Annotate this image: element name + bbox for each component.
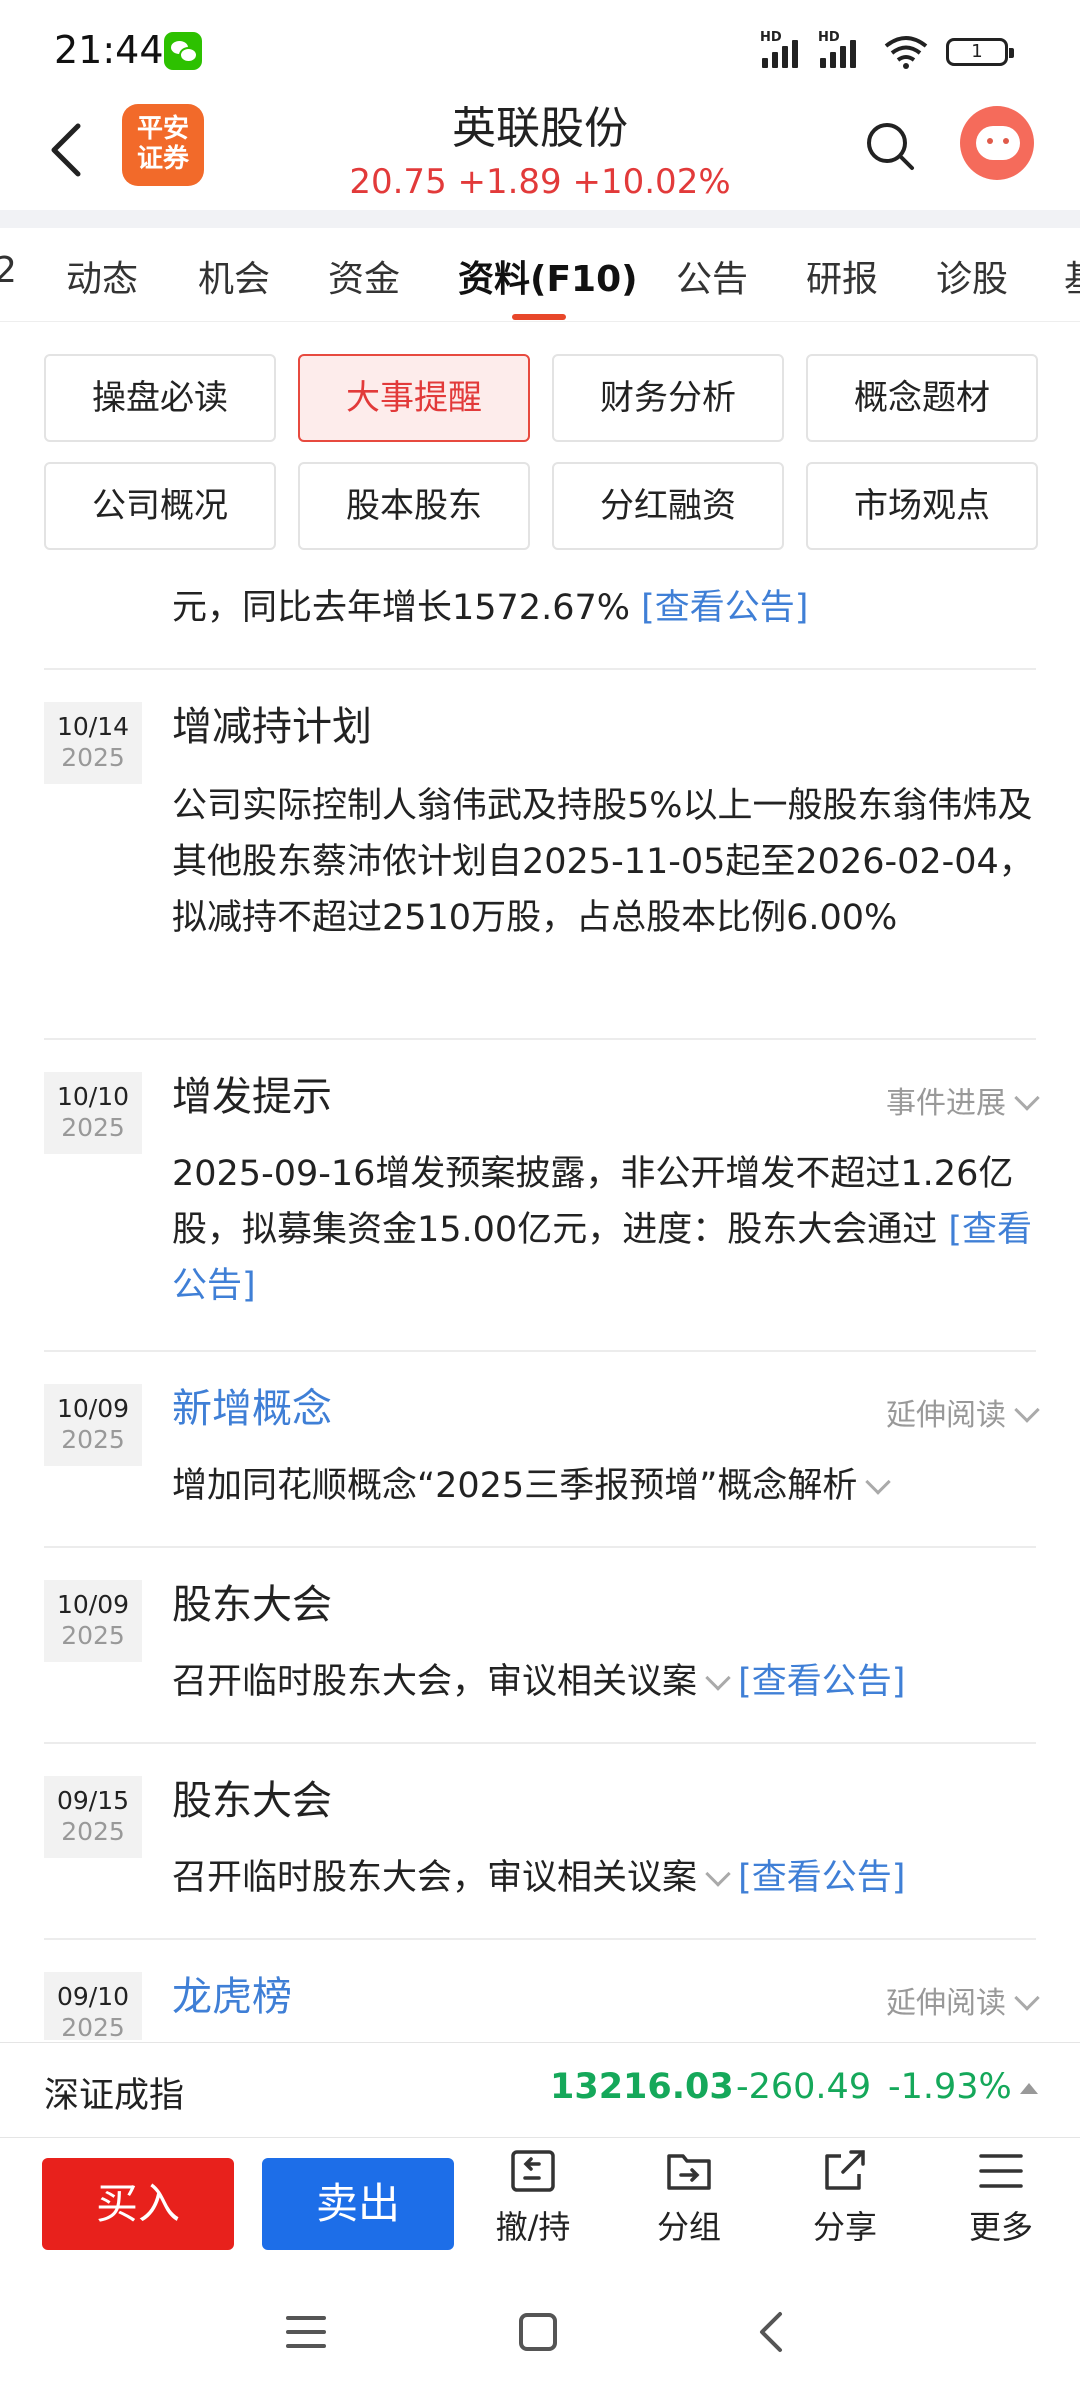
stock-name: 英联股份: [452, 103, 628, 154]
event-body: 公司实际控制人翁伟武及持股5%以上一般股东翁伟炜及其他股东蔡沛侬计划自2025-…: [172, 786, 1034, 938]
tab-partial-right[interactable]: 基: [1064, 250, 1080, 302]
expand-up-icon[interactable]: [1020, 2083, 1038, 2094]
event-body: 召开临时股东大会，审议相关议案 [查看公告]: [172, 1858, 906, 1898]
index-change-pct: -1.93%: [888, 2067, 1012, 2107]
extended-reading-toggle[interactable]: 延伸阅读: [886, 1978, 1040, 2022]
section-financials[interactable]: 财务分析: [552, 354, 784, 442]
separator: [44, 1546, 1036, 1548]
signal-icon-1: [762, 34, 808, 68]
status-bar: 21:44 HD HD 1: [0, 0, 1080, 100]
event-body[interactable]: 增加同花顺概念“2025三季报预增”概念解析: [172, 1458, 1040, 1514]
battery-icon: 1: [946, 38, 1014, 66]
event-title-link[interactable]: 新增概念: [172, 1376, 332, 1434]
event-date: 10/09 2025: [44, 1384, 142, 1466]
separator: [44, 1938, 1036, 1940]
event-date: 10/10 2025: [44, 1072, 142, 1154]
share-icon: [825, 2150, 865, 2190]
home-square-icon[interactable]: [518, 2312, 558, 2352]
event-list: 元，同比去年增长1572.67% [查看公告] 10/14 2025 增减持计划…: [0, 560, 1080, 2040]
event-body: 召开临时股东大会，审议相关议案 [查看公告]: [172, 1662, 906, 1702]
chevron-down-icon: [1014, 1397, 1040, 1423]
more-button[interactable]: 更多: [936, 2148, 1066, 2258]
tab-opportunity[interactable]: 机会: [198, 250, 270, 302]
stock-quote: 20.75 +1.89 +10.02%: [349, 162, 731, 202]
chevron-down-icon: [1014, 1985, 1040, 2011]
chevron-down-icon[interactable]: [705, 1861, 731, 1887]
view-announcement-link[interactable]: [查看公告]: [738, 1662, 905, 1702]
separator: [44, 1742, 1036, 1744]
separator: [44, 1350, 1036, 1352]
folder-icon: [667, 2154, 711, 2190]
tab-diagnosis[interactable]: 诊股: [936, 250, 1008, 302]
event-date: 10/09 2025: [44, 1580, 142, 1662]
section-company-profile[interactable]: 公司概况: [44, 462, 276, 550]
tab-funds[interactable]: 资金: [328, 250, 400, 302]
index-name: 深证成指: [44, 2076, 185, 2116]
view-announcement-link[interactable]: [查看公告]: [641, 588, 808, 628]
search-icon[interactable]: [864, 120, 916, 172]
separator: [44, 1038, 1036, 1040]
header-divider: [0, 210, 1080, 228]
back-triangle-icon[interactable]: [756, 2310, 786, 2354]
group-button[interactable]: 分组: [624, 2148, 754, 2258]
view-announcement-link[interactable]: [查看公告]: [738, 1858, 905, 1898]
avatar[interactable]: [960, 106, 1034, 180]
section-concepts[interactable]: 概念题材: [806, 354, 1038, 442]
event-title: 股东大会: [172, 1778, 332, 1824]
event-title-link[interactable]: 龙虎榜: [172, 1964, 292, 2022]
event-date: 10/14 2025: [44, 702, 142, 784]
sell-button[interactable]: 卖出: [262, 2158, 454, 2250]
bottom-toolbar: 买入 卖出 撤/持 分组 分享 更多: [0, 2138, 1080, 2268]
event-title: 股东大会: [172, 1582, 332, 1628]
event-title: 增发提示: [172, 1074, 332, 1120]
status-time: 21:44: [54, 28, 164, 72]
event-date: 09/15 2025: [44, 1776, 142, 1858]
extended-reading-toggle[interactable]: 延伸阅读: [886, 1390, 1040, 1434]
tab-partial-left[interactable]: 2: [0, 250, 17, 291]
assistant-face-icon: [976, 126, 1020, 160]
signal-icon-2: [820, 34, 866, 68]
tab-dynamics[interactable]: 动态: [66, 250, 138, 302]
chevron-down-icon[interactable]: [705, 1665, 731, 1691]
prev-event-tail: 元，同比去年增长1572.67% [查看公告]: [172, 588, 809, 628]
section-market-views[interactable]: 市场观点: [806, 462, 1038, 550]
recents-menu-icon[interactable]: [286, 2314, 326, 2350]
index-value: 13216.03: [550, 2067, 734, 2107]
section-events[interactable]: 大事提醒: [298, 354, 530, 442]
event-title: 增减持计划: [172, 704, 372, 750]
event-body: 2025-09-16增发预案披露，非公开增发不超过1.26亿股，拟募集资金15.…: [172, 1154, 1032, 1306]
share-button[interactable]: 分享: [780, 2148, 910, 2258]
wechat-notification-icon: [164, 32, 202, 70]
cancel-hold-button[interactable]: 撤/持: [468, 2148, 598, 2258]
separator: [44, 668, 1036, 670]
section-trading-guide[interactable]: 操盘必读: [44, 354, 276, 442]
event-date: 09/10 2025: [44, 1972, 142, 2040]
chevron-down-icon: [865, 1469, 892, 1495]
market-index-bar[interactable]: 深证成指 13216.03 -260.49 -1.93%: [0, 2042, 1080, 2138]
buy-button[interactable]: 买入: [42, 2158, 234, 2250]
tab-bar: 2 动态 机会 资金 资料(F10) 公告 研报 诊股 基: [0, 228, 1080, 322]
tab-announcements[interactable]: 公告: [676, 250, 748, 302]
section-shareholders[interactable]: 股本股东: [298, 462, 530, 550]
event-progress-toggle[interactable]: 事件进展: [886, 1078, 1040, 1122]
system-nav-bar: [0, 2268, 1080, 2400]
section-dividends[interactable]: 分红融资: [552, 462, 784, 550]
cancel-order-icon: [511, 2150, 555, 2192]
menu-icon: [979, 2154, 1023, 2188]
active-tab-indicator: [512, 314, 566, 320]
index-change: -260.49: [736, 2067, 872, 2107]
tab-f10[interactable]: 资料(F10): [458, 250, 638, 302]
wifi-icon: [884, 36, 928, 69]
chevron-down-icon: [1014, 1085, 1040, 1111]
tab-research[interactable]: 研报: [806, 250, 878, 302]
